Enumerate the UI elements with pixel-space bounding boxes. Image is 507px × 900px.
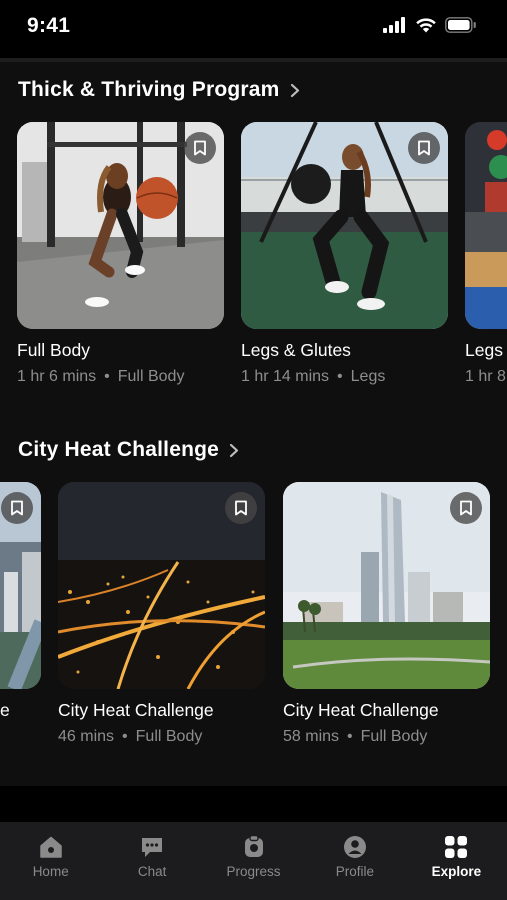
workout-category: Full Body — [117, 368, 185, 385]
workout-title: Legs — [465, 340, 503, 360]
challenge-title: City Heat Challenge — [283, 700, 439, 720]
challenge-duration: 46 mins — [58, 728, 115, 745]
workout-thumbnail-full-body — [17, 122, 224, 329]
content-bottom-spacer — [0, 786, 507, 822]
bookmark-icon — [235, 500, 247, 516]
status-time: 9:41 — [27, 14, 71, 37]
workout-thumbnail-legs-partial — [465, 122, 507, 329]
bookmark-icon — [194, 140, 206, 156]
bookmark-button[interactable] — [1, 492, 33, 524]
workout-meta: 1 hr 8 — [465, 368, 506, 386]
workout-duration: 1 hr 8 — [465, 368, 506, 385]
challenge-category: Full Body — [135, 728, 203, 745]
tab-label: Chat — [137, 864, 167, 879]
progress-icon — [244, 834, 263, 857]
bookmark-button[interactable] — [450, 492, 482, 524]
workout-category: Legs — [350, 368, 386, 385]
bookmark-icon — [418, 140, 430, 156]
bottom-tab-bar: Home Chat Progress Profile Explore — [0, 822, 507, 900]
tab-home[interactable]: Home — [0, 822, 101, 900]
battery-icon — [445, 17, 476, 33]
meta-separator: • — [337, 368, 343, 385]
status-icons — [383, 17, 477, 33]
bookmark-icon — [460, 500, 472, 516]
workout-title: Full Body — [17, 340, 90, 360]
meta-separator: • — [347, 728, 353, 745]
workout-duration: 1 hr 6 mins — [17, 368, 97, 385]
meta-separator: • — [104, 368, 110, 385]
wifi-icon — [416, 18, 436, 33]
workout-title: Legs & Glutes — [241, 340, 351, 360]
tab-progress[interactable]: Progress — [203, 822, 304, 900]
bookmark-button[interactable] — [408, 132, 440, 164]
workout-duration: 1 hr 14 mins — [241, 368, 330, 385]
section-title-thick-thriving[interactable]: Thick & Thriving Program — [18, 78, 300, 102]
bookmark-button[interactable] — [225, 492, 257, 524]
section-title-text: City Heat Challenge — [18, 438, 220, 461]
challenge-meta: 58 mins • Full Body — [283, 728, 427, 746]
meta-separator: • — [122, 728, 128, 745]
challenge-title: City Heat Challenge — [58, 700, 214, 720]
challenge-title: e — [0, 700, 10, 720]
challenge-thumbnail-night-city — [58, 482, 265, 689]
chevron-right-icon — [290, 83, 299, 97]
bookmark-button[interactable] — [184, 132, 216, 164]
profile-icon — [343, 836, 366, 858]
tab-explore[interactable]: Explore — [406, 822, 507, 900]
bookmark-icon — [11, 500, 23, 516]
challenge-duration: 58 mins — [283, 728, 340, 745]
workout-thumbnail-legs-glutes — [241, 122, 448, 329]
chevron-right-icon — [229, 443, 239, 457]
status-bar: 9:41 — [0, 0, 507, 58]
explore-content[interactable]: Thick & Thriving Program Full Body 1 hr … — [0, 58, 507, 822]
tab-chat[interactable]: Chat — [101, 822, 202, 900]
challenge-thumbnail-skyline — [283, 482, 490, 689]
divider — [0, 58, 507, 62]
challenge-category: Full Body — [360, 728, 428, 745]
challenge-meta: 46 mins • Full Body — [58, 728, 202, 746]
explore-grid-icon — [445, 836, 468, 858]
workout-card-legs-partial[interactable]: Legs 1 hr 8 — [465, 122, 507, 402]
home-icon — [39, 836, 62, 858]
challenge-thumbnail-partial — [0, 482, 41, 689]
cellular-signal-icon — [383, 17, 405, 33]
tab-label: Home — [32, 864, 69, 879]
tab-label: Profile — [335, 864, 375, 879]
section-title-text: Thick & Thriving Program — [18, 78, 280, 101]
section-title-city-heat[interactable]: City Heat Challenge — [18, 438, 239, 462]
tab-profile[interactable]: Profile — [304, 822, 405, 900]
chat-icon — [142, 838, 163, 857]
workout-meta: 1 hr 14 mins • Legs — [241, 368, 385, 386]
tab-label: Explore — [431, 864, 482, 879]
workout-meta: 1 hr 6 mins • Full Body — [17, 368, 184, 386]
tab-label: Progress — [226, 864, 281, 879]
